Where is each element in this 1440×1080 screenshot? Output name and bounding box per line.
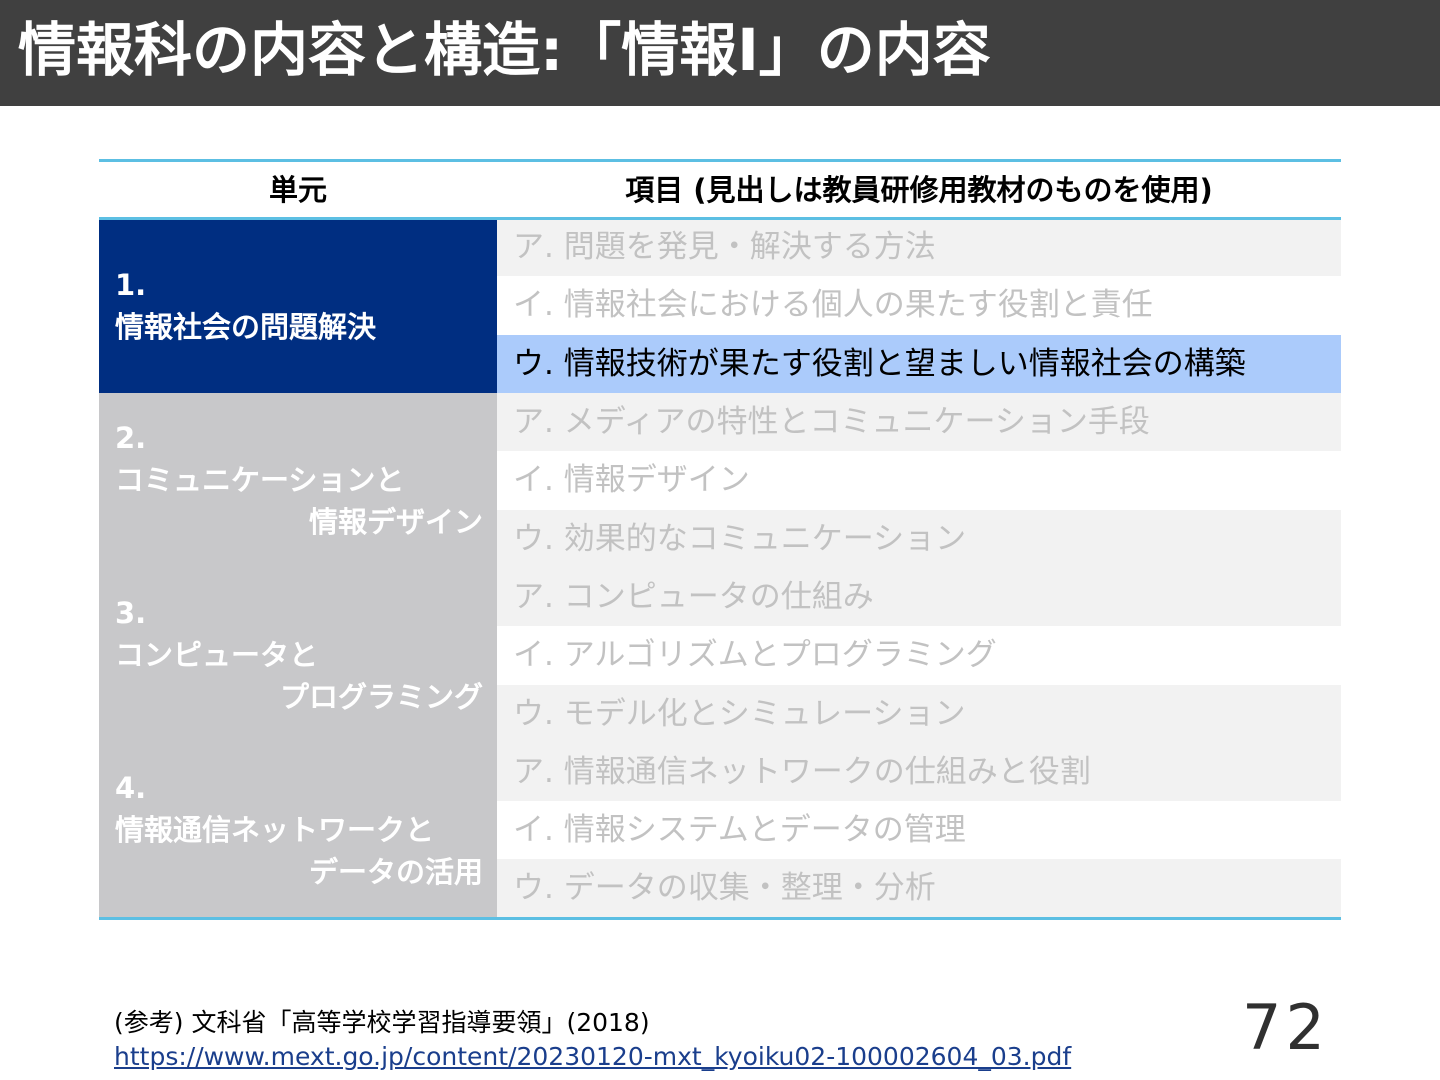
unit-title-line1: 情報通信ネットワークと (115, 813, 435, 847)
table-bottom-rule (99, 917, 1341, 920)
unit-cell-2: 2. コミュニケーションと 情報デザイン (99, 393, 497, 568)
item-row: イ. 情報システムとデータの管理 (497, 801, 1341, 859)
title-bar: 情報科の内容と構造:「情報I」の内容 (0, 0, 1440, 106)
unit-cell-3: 3. コンピュータと プログラミング (99, 568, 497, 743)
unit-cell-4: 4. 情報通信ネットワークと データの活用 (99, 743, 497, 918)
unit-title-line1: コミュニケーションと (115, 463, 405, 497)
unit-number: 1. (115, 268, 147, 302)
reference-note: (参考) 文科省「高等学校学習指導要領」(2018) (114, 1008, 650, 1037)
page-number: 72 (1242, 991, 1329, 1064)
item-row: ア. コンピュータの仕組み (497, 568, 1341, 626)
header-items: 項目 (見出しは教員研修用教材のものを使用) (625, 173, 1213, 207)
item-row: イ. アルゴリズムとプログラミング (497, 626, 1341, 684)
item-row: ア. 問題を発見・解決する方法 (497, 218, 1341, 276)
unit-cell-1: 1. 情報社会の問題解決 (99, 218, 497, 393)
table-header-rule (99, 217, 1341, 220)
item-row: ア. メディアの特性とコミュニケーション手段 (497, 393, 1341, 451)
item-row: イ. 情報デザイン (497, 451, 1341, 509)
item-row: ア. 情報通信ネットワークの仕組みと役割 (497, 743, 1341, 801)
unit-title-line2: プログラミング (279, 680, 483, 714)
item-row: イ. 情報社会における個人の果たす役割と責任 (497, 276, 1341, 334)
unit-title-line1: コンピュータと (115, 638, 319, 672)
reference-link[interactable]: https://www.mext.go.jp/content/20230120-… (114, 1040, 1071, 1074)
unit-number: 3. (115, 596, 147, 630)
unit-number: 4. (115, 771, 147, 805)
unit-number: 2. (115, 421, 147, 455)
unit-title-line2: データの活用 (308, 855, 483, 889)
item-row-selected: ウ. 情報技術が果たす役割と望ましい情報社会の構築 (497, 335, 1341, 393)
item-row: ウ. 効果的なコミュニケーション (497, 510, 1341, 568)
item-row: ウ. モデル化とシミュレーション (497, 685, 1341, 743)
item-row: ウ. データの収集・整理・分析 (497, 859, 1341, 917)
unit-title-line2: 情報デザイン (308, 505, 483, 539)
unit-title: 情報社会の問題解決 (115, 310, 377, 344)
header-unit: 単元 (268, 173, 327, 207)
curriculum-table: 単元 項目 (見出しは教員研修用教材のものを使用) 1. 情報社会の問題解決 2… (99, 159, 1341, 920)
page-title: 情報科の内容と構造:「情報I」の内容 (18, 16, 991, 84)
